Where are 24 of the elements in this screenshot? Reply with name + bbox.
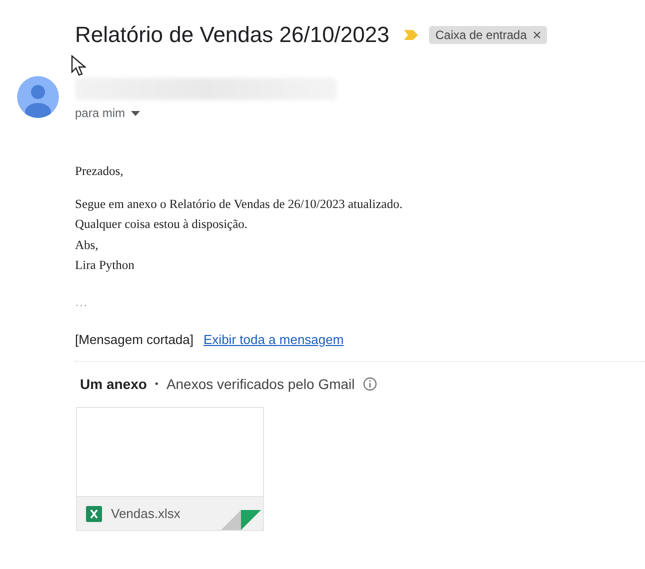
caret-icon (131, 110, 140, 116)
avatar-icon (17, 76, 59, 118)
clipped-message-note: [Mensagem cortada] (75, 332, 194, 347)
info-icon[interactable] (362, 377, 377, 391)
attachment-card[interactable]: Vendas.xlsx (76, 407, 264, 531)
pointer-icon (71, 55, 87, 77)
importance-marker-icon (403, 29, 420, 41)
spreadsheet-icon (86, 506, 102, 522)
message-line: Prezados, (75, 163, 124, 180)
close-icon[interactable] (532, 31, 541, 39)
message-line: Lira Python (75, 257, 136, 274)
show-full-message-link[interactable]: Exibir toda a mensagem (204, 332, 344, 347)
message-line: Qualquer coisa estou à disposição. (75, 216, 249, 233)
separator-dot: • (154, 378, 158, 390)
message-line: Abs, (75, 236, 100, 254)
folded-corner-icon (221, 510, 263, 530)
recipient-toggle[interactable]: para mim (75, 106, 337, 120)
attachment-count: Um anexo (80, 376, 147, 392)
message-line: Segue em anexo o Relatório de Vendas de 26/10/2023 atualizado. (75, 196, 404, 213)
email-subject: Relatório de Vendas 26/10/2023 (75, 22, 390, 48)
file-name: Vendas.xlsx (111, 506, 180, 521)
scan-note: Anexos verificados pelo Gmail (166, 376, 355, 392)
label-chip[interactable]: Caixa de entrada (429, 26, 547, 44)
trimmed-content-marker: … (75, 294, 88, 310)
